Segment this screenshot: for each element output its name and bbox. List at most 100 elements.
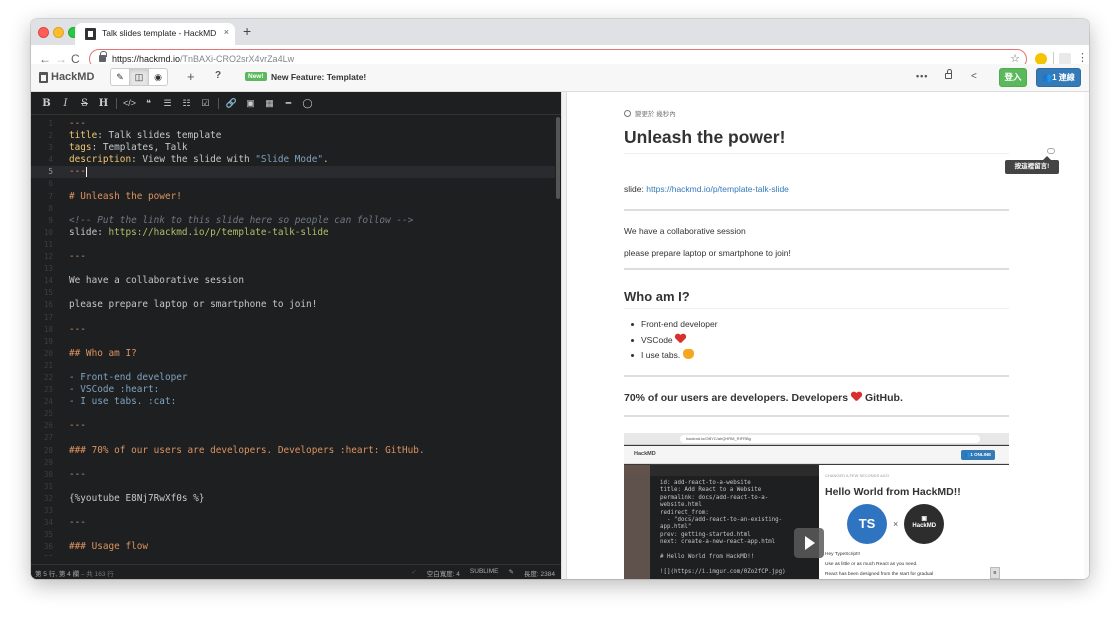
line-number: 7: [48, 191, 53, 201]
heading-icon[interactable]: H: [96, 98, 111, 109]
keymap-setting[interactable]: SUBLIME: [470, 568, 499, 578]
embed-logos: TS × ▣ HackMD: [847, 504, 1001, 544]
strikethrough-icon[interactable]: S: [77, 98, 92, 109]
more-menu-button[interactable]: •••: [916, 71, 928, 81]
checklist-icon[interactable]: ☑: [198, 98, 213, 109]
help-button[interactable]: ?: [215, 70, 221, 81]
code-line[interactable]: 28 ### 70% of our users are developers. D…: [31, 445, 555, 457]
code-line[interactable]: 27: [31, 432, 555, 444]
browser-tab[interactable]: Talk slides template - HackMD ×: [75, 23, 235, 45]
indent-setting[interactable]: 空白寬度: 4: [427, 568, 460, 578]
embed-url: hackmd.io/OBYC/ahQHRM_RIFRBg: [680, 435, 980, 443]
code-line[interactable]: 18 ---: [31, 324, 555, 336]
embed-brand: HackMD: [634, 451, 656, 457]
embed-editor-toolbar: [624, 465, 819, 476]
edit-mode-button[interactable]: ✎: [110, 68, 130, 86]
line-number: 36: [43, 542, 53, 552]
code-line[interactable]: 19: [31, 336, 555, 348]
line-number: 26: [43, 421, 53, 431]
markdown-preview: 變更於 幾秒內 Unleash the power! 按這裡留言! slide:…: [567, 92, 1089, 579]
code-line[interactable]: 31: [31, 481, 555, 493]
code-line[interactable]: 29: [31, 457, 555, 469]
code-line[interactable]: 22 - Front-end developer: [31, 372, 555, 384]
quote-icon[interactable]: ❝: [141, 98, 156, 109]
code-line[interactable]: 6: [31, 178, 555, 190]
youtube-embed[interactable]: hackmd.io/OBYC/ahQHRM_RIFRBg HackMD 👥1 O…: [624, 433, 1009, 579]
line-number: 9: [48, 215, 53, 225]
new-note-button[interactable]: +: [187, 69, 195, 85]
code-line[interactable]: 4 description: View the slide with "Slide…: [31, 154, 555, 166]
slide-link-paragraph: slide: https://hackmd.io/p/template-talk…: [624, 184, 789, 194]
line-number: 16: [43, 300, 53, 310]
view-mode-button[interactable]: ◉: [148, 68, 168, 86]
italic-icon[interactable]: I: [58, 98, 73, 109]
bold-icon[interactable]: B: [39, 98, 54, 109]
new-tab-button[interactable]: +: [243, 24, 251, 38]
line-number: 34: [43, 518, 53, 528]
code-line[interactable]: 35: [31, 529, 555, 541]
embed-left-bar: [624, 465, 650, 579]
code-line[interactable]: 14 We have a collaborative session: [31, 275, 555, 287]
comment-icon[interactable]: ◯: [300, 98, 315, 109]
comment-icon[interactable]: [1047, 148, 1055, 154]
ordered-list-icon[interactable]: ☷: [179, 98, 194, 109]
code-line[interactable]: 33: [31, 505, 555, 517]
code-line[interactable]: 37: [31, 553, 555, 556]
code-line[interactable]: 15: [31, 287, 555, 299]
slide-link[interactable]: https://hackmd.io/p/template-talk-slide: [646, 184, 789, 194]
code-line[interactable]: 2 title: Talk slides template: [31, 130, 555, 142]
code-line[interactable]: 21: [31, 360, 555, 372]
close-window-button[interactable]: [38, 27, 49, 38]
table-icon[interactable]: ▦: [262, 98, 277, 109]
line-number: 8: [48, 203, 53, 213]
link-icon[interactable]: 🔗: [224, 98, 239, 109]
code-line[interactable]: 1 ---: [31, 118, 555, 130]
preview-scrollbar[interactable]: [1084, 92, 1089, 579]
browser-menu-icon[interactable]: ⋮: [1077, 51, 1088, 65]
code-line[interactable]: 10 slide: https://hackmd.io/p/template-ta…: [31, 227, 555, 239]
line-number: 4: [48, 155, 53, 165]
editor-scrollbar[interactable]: [556, 117, 560, 199]
times-sign: ×: [893, 519, 899, 529]
minimize-window-button[interactable]: [53, 27, 64, 38]
code-area[interactable]: 1 --- 2 title: Talk slides template 3 tags: T…: [31, 118, 555, 556]
code-line[interactable]: 32 {%youtube E8Nj7RwXf0s %}: [31, 493, 555, 505]
horizontal-rule-icon[interactable]: ━: [281, 98, 296, 109]
code-line[interactable]: 36 ### Usage flow: [31, 541, 555, 553]
code-line[interactable]: 9 <!-- Put the link to this slide here so…: [31, 215, 555, 227]
code-line[interactable]: 17: [31, 312, 555, 324]
code-line[interactable]: 3 tags: Templates, Talk: [31, 142, 555, 154]
code-icon[interactable]: </>: [122, 98, 137, 108]
split-mode-button[interactable]: ◫: [129, 68, 149, 86]
markdown-editor[interactable]: B I S H </> ❝ ☰ ☷ ☑ 🔗 ▣ ▦ ━ ◯ 1 --- 2 title: Talk slides…: [31, 92, 561, 579]
toolbar-separator: [116, 97, 117, 109]
code-line[interactable]: 23 - VSCode :heart:: [31, 384, 555, 396]
code-line[interactable]: 8: [31, 203, 555, 215]
code-line[interactable]: 5 ---: [31, 166, 555, 179]
play-button-icon[interactable]: [794, 528, 824, 558]
code-line[interactable]: 26 ---: [31, 420, 555, 432]
code-line[interactable]: 7 # Unleash the power!: [31, 191, 555, 203]
code-line[interactable]: 25: [31, 408, 555, 420]
line-text: ---: [69, 166, 87, 178]
wrench-icon[interactable]: ✎: [508, 568, 513, 578]
new-feature-link[interactable]: New Feature: Template!: [271, 72, 366, 82]
line-text: tags: Templates, Talk: [69, 142, 188, 154]
unordered-list-icon[interactable]: ☰: [160, 98, 175, 109]
code-line[interactable]: 11: [31, 239, 555, 251]
code-line[interactable]: 34 ---: [31, 517, 555, 529]
login-button[interactable]: 登入: [999, 68, 1027, 87]
hackmd-brand[interactable]: HackMD: [39, 71, 94, 83]
code-line[interactable]: 30 ---: [31, 469, 555, 481]
code-line[interactable]: 24 - I use tabs. :cat:: [31, 396, 555, 408]
code-line[interactable]: 12 ---: [31, 251, 555, 263]
share-icon[interactable]: <: [971, 71, 977, 82]
online-users-button[interactable]: 👥1 連線: [1036, 68, 1081, 87]
code-line[interactable]: 20 ## Who am I?: [31, 348, 555, 360]
list-item: Front-end developer: [624, 317, 1009, 333]
permission-lock-icon[interactable]: [945, 69, 952, 79]
code-line[interactable]: 13: [31, 263, 555, 275]
image-icon[interactable]: ▣: [243, 98, 258, 109]
tab-close-icon[interactable]: ×: [224, 27, 229, 37]
code-line[interactable]: 16 please prepare laptop or smartphone to…: [31, 299, 555, 311]
